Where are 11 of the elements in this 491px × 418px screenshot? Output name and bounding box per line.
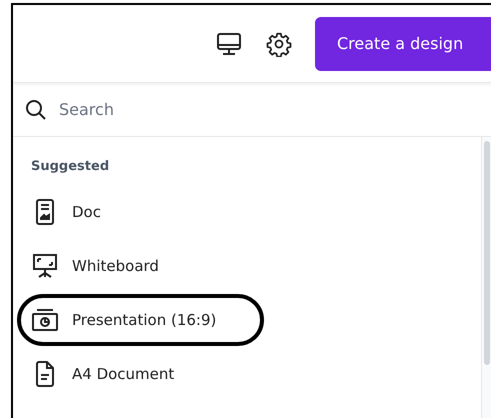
scrollbar-thumb[interactable] bbox=[484, 141, 490, 365]
menu-item[interactable]: A4 Document bbox=[72, 362, 174, 386]
easel-icon bbox=[31, 253, 59, 279]
menu-item[interactable]: Whiteboard bbox=[72, 254, 159, 278]
menu-item[interactable]: Presentation (16:9) bbox=[72, 308, 216, 332]
menu-item[interactable]: Doc bbox=[72, 200, 101, 224]
search-icon bbox=[25, 98, 47, 120]
section-title: Suggested bbox=[30, 158, 110, 176]
search-field[interactable]: Search bbox=[59, 98, 439, 122]
presentation-icon bbox=[31, 307, 59, 333]
create-design-button[interactable]: Create a design bbox=[315, 16, 491, 70]
